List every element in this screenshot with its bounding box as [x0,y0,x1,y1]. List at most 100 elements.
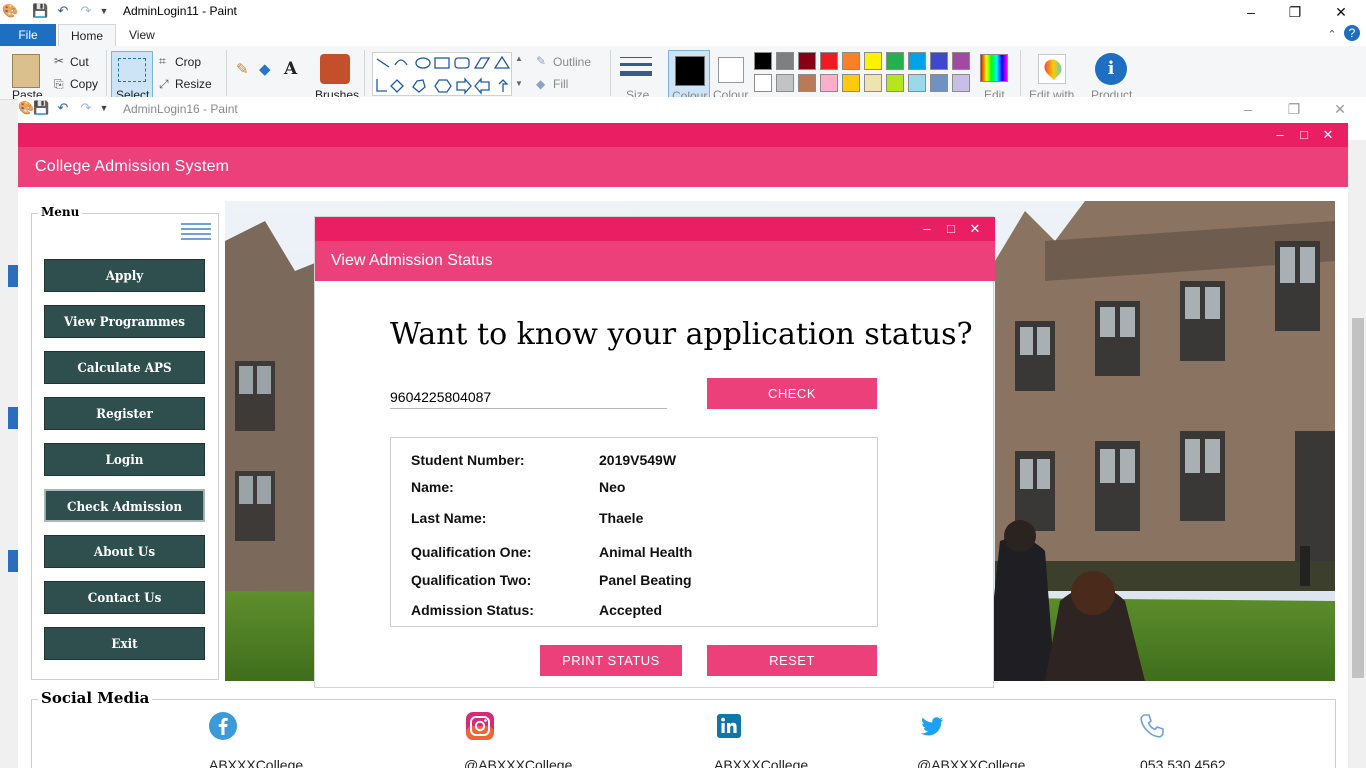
text-tool-icon[interactable]: A [284,59,297,79]
minimize-icon[interactable]: – [917,219,937,239]
phone-number[interactable]: 053 530 4562 [1140,757,1226,768]
close-icon[interactable]: ✕ [965,219,985,239]
twitter-handle[interactable]: @ABXXXCollege [917,757,1025,768]
menu-contact-us-button[interactable]: Contact Us [44,581,205,614]
palette-swatch[interactable] [776,74,794,92]
fill-icon: ◆ [536,77,546,91]
shapes-gallery[interactable] [372,52,512,96]
palette-swatch[interactable] [754,74,772,92]
customize-toolbar-icon[interactable]: ▼ [96,100,112,116]
outline-icon: ✎ [536,54,547,68]
palette-swatch[interactable] [952,74,970,92]
resize-button[interactable]: Resize [175,77,212,91]
edit-colours-icon[interactable] [980,54,1008,82]
paste-icon[interactable] [12,54,40,88]
palette-swatch[interactable] [842,74,860,92]
close-icon[interactable]: ✕ [1330,99,1350,119]
tab-view[interactable]: View [117,24,167,46]
save-icon[interactable]: 💾 [33,100,49,116]
close-icon[interactable]: ✕ [1331,2,1351,22]
menu-check-admission-status-button[interactable]: Check Admission Status [44,489,205,548]
menu-view-programmes-button[interactable]: View Programmes [44,305,205,338]
tab-home[interactable]: Home [58,24,117,46]
maximize-icon[interactable]: □ [941,219,961,239]
maximize-icon[interactable]: □ [1294,125,1314,145]
restore-icon[interactable]: ❐ [1285,2,1305,22]
twitter-icon[interactable] [918,712,946,740]
palette-swatch[interactable] [776,52,794,70]
size-icon[interactable] [620,54,652,84]
palette-swatch[interactable] [930,52,948,70]
undo-icon[interactable]: ↶ [55,100,71,116]
copy-icon: ⎘ [54,77,64,91]
id-number-input[interactable] [390,383,667,409]
redo-icon[interactable]: ↷ [78,100,94,116]
shapes-scroll-up[interactable]: ▲ [515,54,523,63]
student-number-label: Student Number: [411,452,525,468]
palette-swatch[interactable] [820,74,838,92]
menu-register-button[interactable]: Register [44,397,205,430]
hamburger-menu-icon[interactable] [181,220,211,242]
file-menu[interactable]: File [0,24,56,46]
palette-swatch[interactable] [952,52,970,70]
paint3d-icon[interactable] [1038,54,1066,84]
print-status-button[interactable]: PRINT STATUS [540,645,682,676]
qualification-two-value: Panel Beating [599,572,692,588]
palette-swatch[interactable] [798,74,816,92]
copy-button[interactable]: Copy [70,77,98,91]
shapes-expand[interactable]: ▼ [515,79,523,88]
palette-swatch[interactable] [842,52,860,70]
facebook-handle[interactable]: ABXXXCollege [209,757,303,768]
menu-apply-button[interactable]: Apply [44,259,205,292]
linkedin-handle[interactable]: ABXXXCollege [714,757,808,768]
redo-icon[interactable]: ↷ [78,3,94,19]
palette-swatch[interactable] [886,74,904,92]
minimize-icon[interactable]: – [1241,2,1261,22]
linkedin-icon[interactable] [715,712,743,740]
brushes-icon[interactable] [320,54,350,84]
menu-login-button[interactable]: Login [44,443,205,476]
cut-button[interactable]: Cut [70,55,89,69]
help-icon[interactable]: ? [1344,25,1360,41]
colour2-swatch[interactable] [718,57,744,83]
menu-calculate-aps-button[interactable]: Calculate APS [44,351,205,384]
paint-window-front: 🎨 💾 ↶ ↷ ▼ AdminLogin16 - Paint – ❐ ✕ [18,97,1366,124]
palette-swatch[interactable] [908,52,926,70]
palette-swatch[interactable] [798,52,816,70]
facebook-icon[interactable] [209,712,237,740]
outline-dropdown[interactable]: Outline [553,55,591,69]
customize-toolbar-icon[interactable]: ▼ [96,3,112,19]
palette-swatch[interactable] [908,74,926,92]
palette-swatch[interactable] [820,52,838,70]
collapse-ribbon-icon[interactable]: ⌃ [1322,25,1342,45]
minimize-icon[interactable]: – [1238,99,1258,119]
restore-icon[interactable]: ❐ [1284,99,1304,119]
name-label: Name: [411,479,454,495]
background-scrollbar-thumb[interactable] [1352,318,1364,678]
crop-button[interactable]: Crop [175,55,201,69]
save-icon[interactable]: 💾 [32,3,48,19]
palette-swatch[interactable] [930,74,948,92]
undo-icon[interactable]: ↶ [55,3,71,19]
social-media-legend: Social Media [38,689,153,707]
select-button[interactable]: Select [111,51,153,99]
palette-swatch[interactable] [864,74,882,92]
last-name-value: Thaele [599,510,644,526]
instagram-handle[interactable]: @ABXXXCollege [464,757,572,768]
paint-window-back: 🎨 💾 ↶ ↷ ▼ AdminLogin11 - Paint – ❐ ✕ Fil… [0,0,1366,100]
close-icon[interactable]: ✕ [1318,125,1338,145]
palette-swatch[interactable] [886,52,904,70]
check-button[interactable]: CHECK [707,378,877,409]
palette-swatch[interactable] [754,52,772,70]
palette-swatch[interactable] [864,52,882,70]
colour1-button[interactable]: Colour [668,50,710,99]
menu-exit-button[interactable]: Exit [44,627,205,660]
menu-about-us-button[interactable]: About Us [44,535,205,568]
reset-button[interactable]: RESET [707,645,877,676]
minimize-icon[interactable]: – [1270,125,1290,145]
pencil-icon[interactable]: ✎ [236,60,249,78]
product-alert-icon[interactable]: i [1095,53,1127,85]
fill-bucket-icon[interactable]: ◆ [259,60,271,78]
fill-dropdown[interactable]: Fill [553,77,568,91]
instagram-icon[interactable] [466,712,494,740]
